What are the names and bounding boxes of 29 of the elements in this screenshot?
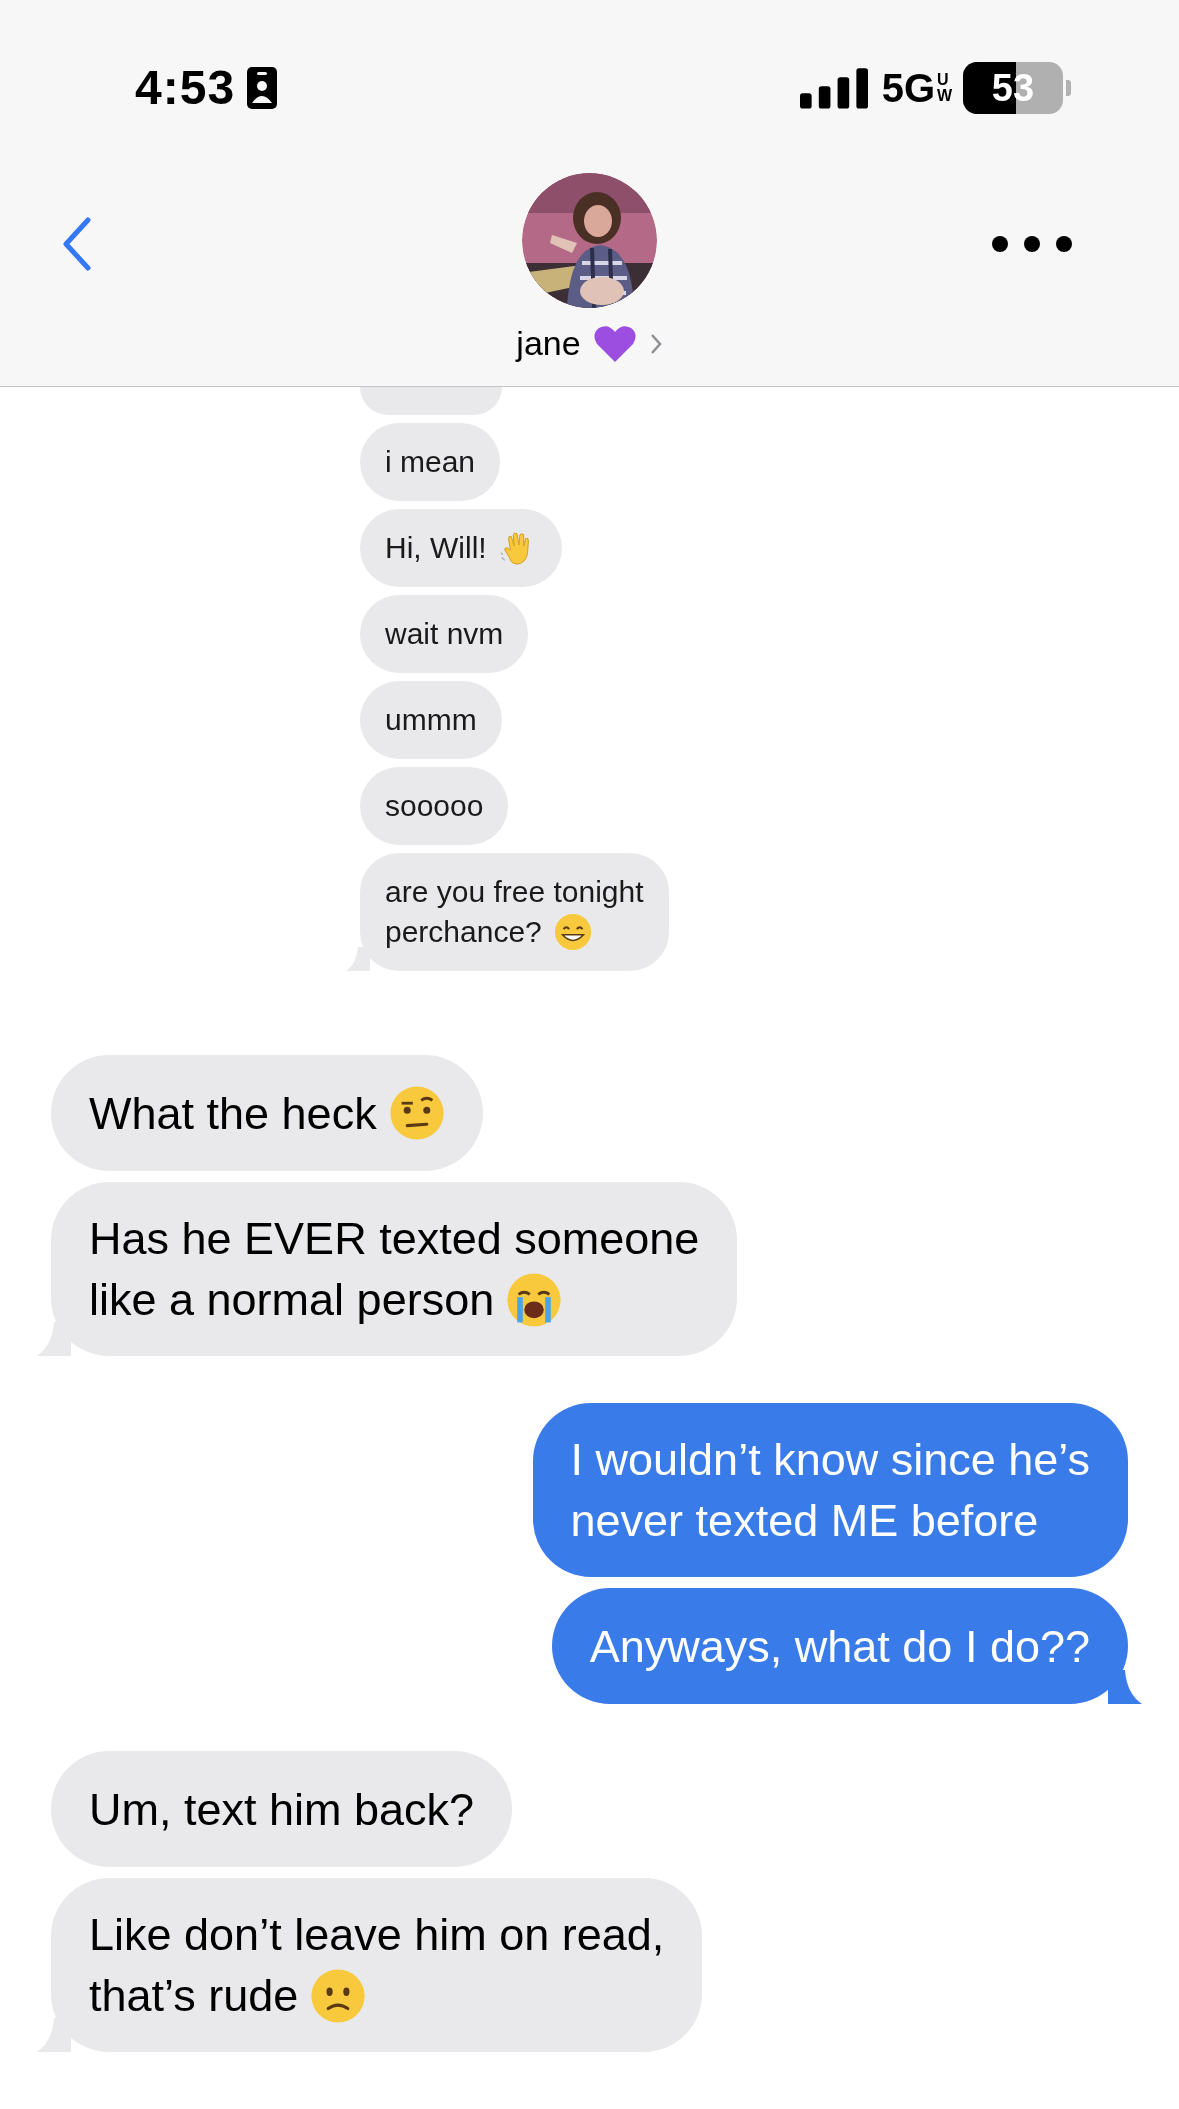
frowning-face-icon <box>310 1967 367 2024</box>
message-text: wait nvm <box>385 616 504 652</box>
message-text: that’s rude <box>89 1969 299 2023</box>
message-text: Hi, Will! <box>385 530 487 566</box>
status-time: 4:53 <box>135 60 236 116</box>
raised-eyebrow-face-icon <box>388 1085 445 1141</box>
network-label: 5G <box>881 68 935 108</box>
grinning-face-icon <box>553 913 592 951</box>
heart-icon <box>592 323 637 364</box>
id-card-icon <box>247 67 278 109</box>
signal-icon <box>799 66 868 110</box>
battery-cap-icon <box>1066 80 1071 96</box>
message-text: i mean <box>385 444 476 480</box>
message-text: Anyways, what do I do?? <box>589 1619 1090 1674</box>
crying-face-icon <box>506 1271 563 1328</box>
message-text: ummm <box>385 702 477 738</box>
message-text: like a normal person <box>89 1273 495 1327</box>
message-text: never texted ME before <box>570 1494 1039 1548</box>
contact-name[interactable]: jane <box>516 318 581 369</box>
back-chevron-icon <box>62 216 92 272</box>
message-text: perchance? <box>385 914 542 950</box>
more-icon <box>990 234 1074 254</box>
message-text: Like don’t leave him on read, <box>89 1908 665 1962</box>
message-text: Um, text him back? <box>89 1782 475 1837</box>
message-text: What the heck <box>89 1086 377 1141</box>
message-text: are you free tonight <box>385 874 644 910</box>
message-text: Has he EVER texted someone <box>89 1212 700 1266</box>
message-text: sooooo <box>385 788 484 824</box>
message-text: I wouldn’t know since he’s <box>570 1433 1090 1487</box>
